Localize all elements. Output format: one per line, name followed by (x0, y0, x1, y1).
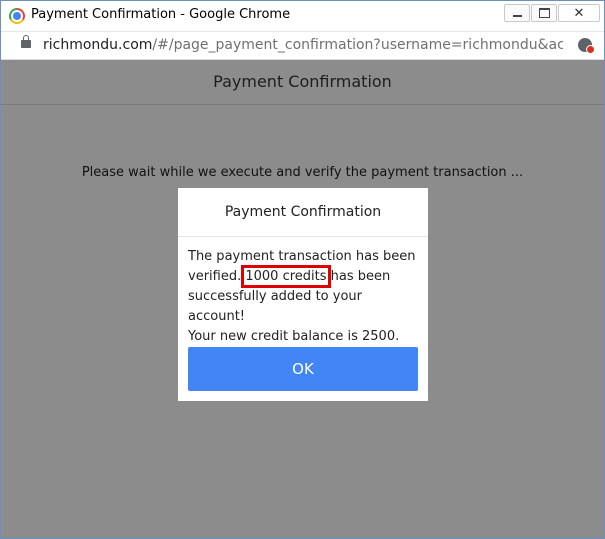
maximize-icon (538, 8, 550, 18)
browser-window: Payment Confirmation - Google Chrome ✕ r… (0, 0, 605, 539)
close-icon: ✕ (573, 5, 585, 21)
window-controls: ✕ (503, 4, 600, 24)
wait-message: Please wait while we execute and verify … (81, 165, 524, 180)
dialog-title: Payment Confirmation (178, 188, 428, 237)
url-host: richmondu.com (43, 37, 153, 53)
title-bar: Payment Confirmation - Google Chrome ✕ (1, 1, 604, 32)
address-bar[interactable]: richmondu.com/#/page_payment_confirmatio… (1, 32, 604, 60)
balance-message: Your new credit balance is 2500. (188, 329, 400, 344)
ok-button[interactable]: OK (188, 347, 418, 391)
close-button[interactable]: ✕ (558, 4, 600, 22)
page-header: Payment Confirmation (1, 60, 604, 105)
lock-icon[interactable] (21, 35, 31, 48)
minimize-icon (512, 15, 522, 17)
page-title: Payment Confirmation (213, 72, 392, 91)
chrome-logo-icon (9, 8, 25, 24)
confirmation-dialog: Payment Confirmation The payment transac… (178, 188, 428, 401)
page-content: Payment Confirmation Please wait while w… (1, 60, 604, 538)
url-path: /#/page_payment_confirmation?username=ri… (152, 37, 563, 53)
url-field[interactable]: richmondu.com/#/page_payment_confirmatio… (43, 37, 563, 53)
dialog-message: The payment transaction has been verifie… (178, 237, 428, 347)
window-title: Payment Confirmation - Google Chrome (31, 7, 291, 22)
blocked-content-icon[interactable] (578, 38, 595, 54)
maximize-button[interactable] (531, 4, 557, 22)
credits-highlight: 1000 credits (241, 265, 331, 288)
minimize-button[interactable] (504, 4, 530, 22)
